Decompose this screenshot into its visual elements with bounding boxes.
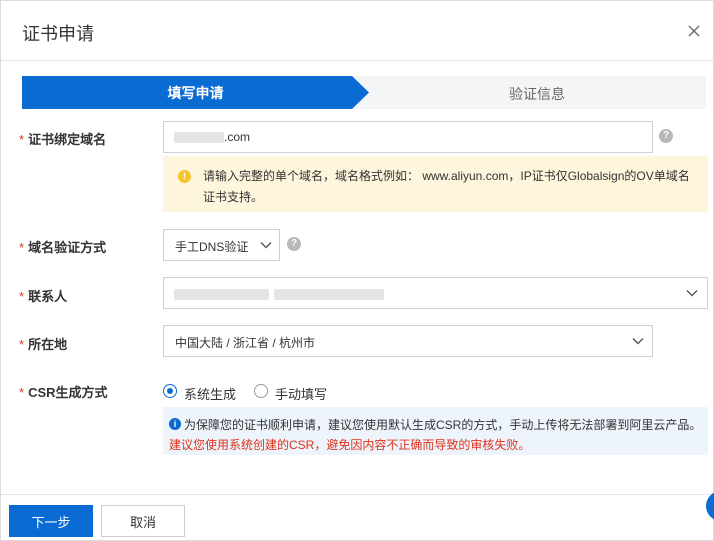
redacted-contact-info: [274, 289, 384, 300]
domain-label: * 证书绑定域名: [19, 132, 107, 147]
chevron-down-icon: [686, 290, 698, 297]
required-mark: *: [19, 132, 25, 147]
location-value: 中国大陆 / 浙江省 / 杭州市: [175, 336, 316, 350]
verify-method-select[interactable]: 手工DNS验证: [163, 229, 280, 261]
csr-info-tip: i 为保障您的证书顺利申请，建议您使用默认生成CSR的方式，手动上传将无法部署到…: [163, 407, 708, 455]
redacted-contact-name: [174, 289, 269, 300]
domain-input[interactable]: .com: [163, 121, 653, 153]
verify-method-value: 手工DNS验证: [175, 240, 249, 254]
cancel-button[interactable]: 取消: [101, 505, 185, 537]
info-icon: i: [169, 418, 181, 430]
contact-select[interactable]: [163, 277, 708, 309]
csr-option-system-label[interactable]: 系统生成: [184, 384, 236, 403]
close-icon[interactable]: [685, 22, 703, 40]
question-circle-icon[interactable]: ?: [287, 237, 301, 251]
domain-input-value: .com: [224, 130, 251, 144]
location-select[interactable]: 中国大陆 / 浙江省 / 杭州市: [163, 325, 653, 357]
csr-tip-line1: 为保障您的证书顺利申请，建议您使用默认生成CSR的方式，手动上传将无法部署到阿里…: [184, 418, 702, 432]
location-label: * 所在地: [19, 337, 68, 352]
domain-tip-text: 请输入完整的单个域名，域名格式例如： www.aliyun.com，IP证书仅G…: [203, 169, 690, 204]
certificate-application-dialog: 证书申请 验证信息 填写申请 * 证书绑定域名 .com ? ! 请输入完整的单个…: [0, 0, 714, 541]
csr-option-manual-label[interactable]: 手动填写: [275, 384, 327, 403]
step-fill-application: 填写申请: [22, 76, 369, 109]
step-verify-info-label: 验证信息: [509, 86, 565, 102]
contact-label: * 联系人: [19, 289, 68, 304]
csr-tip-line2: 建议您使用系统创建的CSR，避免因内容不正确而导致的审核失败。: [169, 438, 531, 452]
question-circle-icon[interactable]: ?: [659, 129, 673, 143]
step-progress: 验证信息 填写申请: [22, 76, 706, 109]
warning-icon: !: [178, 170, 191, 183]
chevron-down-icon: [632, 338, 644, 345]
dialog-header: 证书申请: [1, 1, 713, 61]
dialog-footer: 下一步 取消: [1, 494, 713, 541]
csr-radio-system[interactable]: [163, 384, 177, 398]
domain-warning-tip: ! 请输入完整的单个域名，域名格式例如： www.aliyun.com，IP证书…: [163, 156, 708, 212]
next-button[interactable]: 下一步: [9, 505, 93, 537]
redacted-domain-prefix: [174, 132, 224, 143]
csr-radio-manual[interactable]: [254, 384, 268, 398]
step-fill-application-label: 填写申请: [167, 84, 224, 101]
chevron-down-icon: [260, 242, 272, 249]
dialog-title: 证书申请: [22, 24, 94, 44]
verify-method-label: * 域名验证方式: [19, 240, 107, 255]
csr-label: * CSR生成方式: [19, 385, 108, 400]
